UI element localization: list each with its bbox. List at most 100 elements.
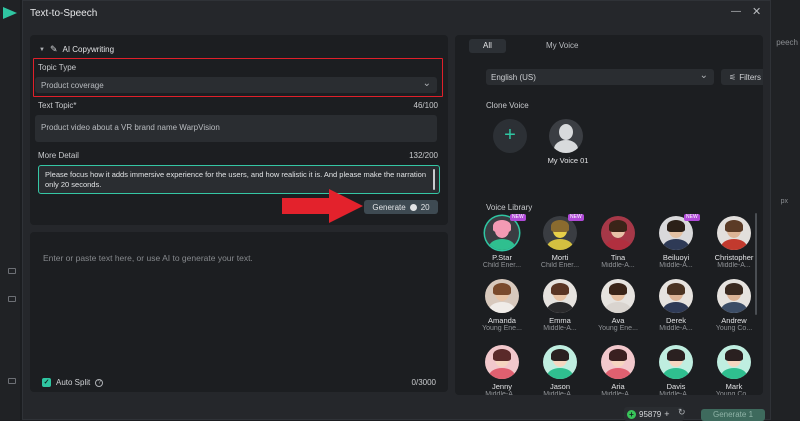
help-icon[interactable]: ? xyxy=(95,378,104,387)
close-icon[interactable]: ✕ xyxy=(752,6,761,18)
voice-avatar[interactable] xyxy=(543,216,577,250)
voice-name: Andrew xyxy=(721,316,747,325)
tab-all[interactable]: All xyxy=(469,39,506,53)
voice-avatar[interactable] xyxy=(485,345,519,379)
text-topic-label: Text Topic* xyxy=(38,101,77,110)
generate-cost: 20 xyxy=(420,202,430,212)
voice-card[interactable]: Andrew Young Co... xyxy=(709,279,759,332)
more-detail-count: 132/200 xyxy=(409,151,438,160)
textarea-scrollbar[interactable] xyxy=(433,169,435,190)
voice-description: Middle-A... xyxy=(601,262,635,269)
voice-description: Middle-A... xyxy=(543,325,577,332)
voice-avatar[interactable] xyxy=(601,216,635,250)
voice-description: Young Co... xyxy=(715,391,753,395)
generate-copy-button[interactable]: Generate 20 xyxy=(364,200,438,214)
character-count: 0/3000 xyxy=(411,378,436,387)
generate-speech-cost: 1 xyxy=(748,410,754,419)
add-credits-icon[interactable]: + xyxy=(664,409,669,419)
voice-avatar[interactable] xyxy=(659,279,693,313)
voice-description: Middle-A... xyxy=(543,391,577,395)
refresh-icon[interactable]: ↻ xyxy=(678,407,686,418)
voice-name: Jenny xyxy=(491,382,512,391)
voice-card[interactable]: Davis Middle-A... xyxy=(651,345,701,395)
annotation-arrow-head xyxy=(329,189,363,223)
background-unit-label: px xyxy=(780,198,788,205)
voice-avatar[interactable] xyxy=(717,279,751,313)
voice-avatar[interactable] xyxy=(659,345,693,379)
side-tool-icon xyxy=(8,296,16,302)
topic-type-value: Product coverage xyxy=(41,81,104,90)
voice-card[interactable]: NEW P.Star Child Ener... xyxy=(477,214,527,269)
voice-name: Ava xyxy=(611,316,625,325)
voice-card[interactable]: Ava Young Ene... xyxy=(593,279,643,332)
minimize-icon[interactable]: — xyxy=(731,6,741,18)
voice-card[interactable]: NEW Morti Child Ener... xyxy=(535,214,585,269)
voice-avatar[interactable] xyxy=(543,279,577,313)
topic-type-select[interactable]: Product coverage ⌄ xyxy=(35,77,437,93)
text-topic-input[interactable]: Product video about a VR brand name Warp… xyxy=(35,115,437,142)
voice-avatar[interactable] xyxy=(485,279,519,313)
voice-card[interactable]: Jenny Middle-A... xyxy=(477,345,527,395)
voice-name: Derek xyxy=(665,316,686,325)
voice-description: Young Ene... xyxy=(482,325,522,332)
voice-description: Young Co... xyxy=(715,325,753,332)
collapse-caret-icon: ▼ xyxy=(39,46,45,53)
new-badge: NEW xyxy=(684,214,700,221)
voice-card[interactable]: Mark Young Co... xyxy=(709,345,759,395)
voice-name: Emma xyxy=(549,316,571,325)
auto-split-toggle[interactable]: ✓ Auto Split ? xyxy=(42,378,104,387)
voice-avatar[interactable] xyxy=(601,279,635,313)
voice-library-scrollbar[interactable] xyxy=(755,213,757,315)
voice-name: Amanda xyxy=(488,316,516,325)
voice-name: Beiluoyi xyxy=(662,253,690,262)
credits-value: 95879 xyxy=(639,409,662,419)
voice-card[interactable]: NEW Beiluoyi Middle-A... xyxy=(651,214,701,269)
language-value: English (US) xyxy=(491,73,536,82)
app-logo-icon xyxy=(3,7,17,19)
voice-card[interactable]: Tina Middle-A... xyxy=(593,216,643,269)
my-voice-name: My Voice 01 xyxy=(547,156,589,165)
more-detail-textarea[interactable]: Please focus how it adds immersive exper… xyxy=(38,165,440,194)
checkbox-checked-icon[interactable]: ✓ xyxy=(42,378,51,387)
voice-avatar[interactable] xyxy=(659,216,693,250)
side-tool-icon xyxy=(8,268,16,274)
more-detail-label: More Detail xyxy=(38,151,79,160)
voice-panel: All My Voice English (US) ⌄ ⚟ Filters Cl… xyxy=(455,35,763,395)
voice-description: Young Ene... xyxy=(598,325,638,332)
script-editor-panel[interactable]: Enter or paste text here, or use AI to g… xyxy=(30,232,448,392)
topic-type-label: Topic Type xyxy=(38,63,77,72)
ai-copywriting-header[interactable]: ▼ ✎ AI Copywriting xyxy=(39,44,114,55)
credit-plus-icon: + xyxy=(627,409,636,419)
more-detail-value: Please focus how it adds immersive exper… xyxy=(45,170,427,189)
voice-name: Morti xyxy=(551,253,569,262)
ai-copywriting-panel: ▼ ✎ AI Copywriting Topic Type Product co… xyxy=(30,35,448,225)
voice-card[interactable]: Jason Middle-A... xyxy=(535,345,585,395)
voice-description: Middle-A... xyxy=(717,262,751,269)
voice-card[interactable]: Emma Middle-A... xyxy=(535,279,585,332)
new-badge: NEW xyxy=(510,214,526,221)
tab-my-voice[interactable]: My Voice xyxy=(546,39,578,53)
voice-avatar[interactable] xyxy=(601,345,635,379)
annotation-arrow xyxy=(282,198,332,214)
voice-description: Middle-A... xyxy=(601,391,635,395)
voice-name: Mark xyxy=(725,382,743,391)
voice-avatar[interactable] xyxy=(543,345,577,379)
voice-card[interactable]: Aria Middle-A... xyxy=(593,345,643,395)
voice-name: Jason xyxy=(549,382,570,391)
add-clone-voice-button[interactable]: + xyxy=(493,119,527,153)
voice-avatar[interactable] xyxy=(717,216,751,250)
voice-avatar[interactable] xyxy=(717,345,751,379)
language-select[interactable]: English (US) ⌄ xyxy=(486,69,714,85)
filters-button[interactable]: ⚟ Filters xyxy=(721,69,763,85)
voice-card[interactable]: Amanda Young Ene... xyxy=(477,279,527,332)
my-voice-avatar[interactable] xyxy=(549,119,583,153)
voice-avatar[interactable] xyxy=(485,216,519,250)
chevron-down-icon: ⌄ xyxy=(422,78,431,89)
text-to-speech-dialog: Text-to-Speech — ✕ ▼ ✎ AI Copywriting To… xyxy=(22,0,771,421)
side-tool-icon xyxy=(8,378,16,384)
generate-speech-label: Generate xyxy=(712,410,747,419)
voice-card[interactable]: Derek Middle-A... xyxy=(651,279,701,332)
credits-balance[interactable]: + 95879 + xyxy=(624,407,684,421)
voice-card[interactable]: Christopher Middle-A... xyxy=(709,216,759,269)
generate-speech-button[interactable]: Generate 1 xyxy=(701,409,765,421)
